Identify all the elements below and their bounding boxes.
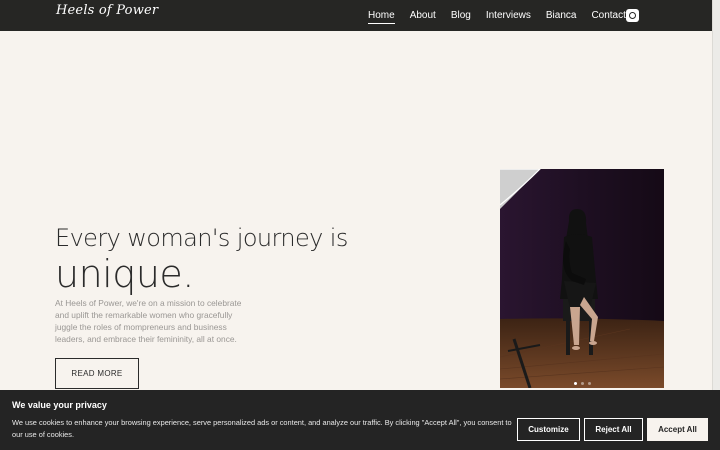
carousel-dot[interactable] [580,382,584,385]
hero-title-line1: Every woman's journey is [55,224,348,252]
read-more-button[interactable]: READ MORE [55,358,139,389]
cookie-banner-title: We value your privacy [12,400,107,410]
nav-item-bianca[interactable]: Bianca [546,10,577,21]
carousel-dots [500,382,664,385]
nav-item-blog[interactable]: Blog [451,10,471,21]
hero-description: At Heels of Power, we're on a mission to… [55,298,242,344]
hero-title-line2: unique. [55,252,194,296]
instagram-icon[interactable] [626,9,639,22]
reject-all-button[interactable]: Reject All [584,418,643,441]
customize-button[interactable]: Customize [517,418,580,441]
carousel-dot[interactable] [573,382,577,385]
site-header: Heels of Power Home About Blog Interview… [0,0,712,31]
carousel-dot[interactable] [587,382,591,385]
nav-item-about[interactable]: About [410,10,436,21]
cookie-banner-text: We use cookies to enhance your browsing … [12,418,512,439]
accept-all-button[interactable]: Accept All [647,418,708,441]
main-nav: Home About Blog Interviews Bianca Contac… [368,0,641,31]
hero-photo [500,169,664,388]
nav-item-interviews[interactable]: Interviews [486,10,531,21]
nav-item-contact[interactable]: Contact [591,10,625,21]
site-logo[interactable]: Heels of Power [56,3,158,18]
page-scrollbar[interactable] [712,0,720,450]
hero-photo-carousel[interactable] [500,169,664,388]
nav-item-home[interactable]: Home [368,10,395,24]
